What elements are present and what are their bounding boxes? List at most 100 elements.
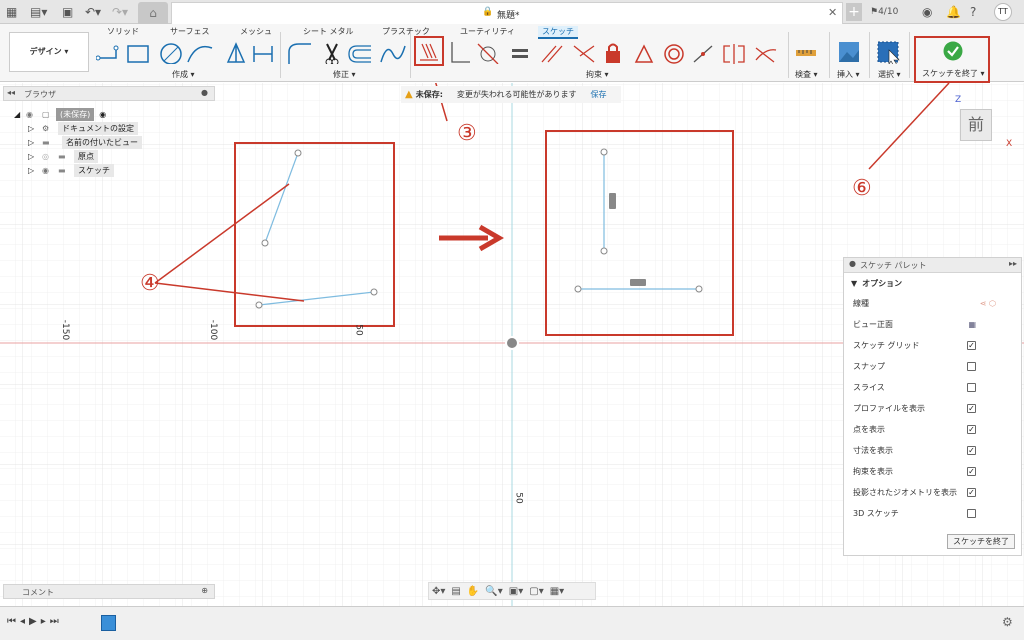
origin-point[interactable] — [505, 336, 519, 350]
step-forward-icon[interactable]: ▸ — [41, 616, 50, 627]
symmetry-constraint-icon[interactable] — [723, 44, 745, 64]
browser-item-sketches[interactable]: ▷ ◉ ▬ スケッチ — [14, 163, 214, 177]
tab-utility[interactable]: ユーティリティ — [460, 26, 515, 37]
palette-header[interactable]: ● スケッチ パレット ▸▸ — [844, 258, 1021, 273]
tangent-constraint-icon[interactable] — [477, 43, 499, 64]
eye-hidden-icon[interactable]: ◎ — [42, 152, 58, 161]
dimension-icon[interactable] — [253, 46, 273, 62]
palette-row[interactable]: 寸法を表示 ✓ — [844, 440, 1021, 461]
polygon-icon[interactable] — [226, 42, 246, 63]
grid-settings-icon[interactable]: ▦▾ — [550, 586, 564, 597]
browser-item-named-views[interactable]: ▷ ▬ 名前の付いたビュー — [14, 135, 214, 149]
equal-constraint-icon[interactable] — [512, 49, 528, 58]
rectangle-icon[interactable] — [127, 45, 149, 63]
palette-checkbox[interactable] — [967, 362, 976, 371]
finish-sketch-button[interactable]: スケッチを終了 ▾ — [914, 36, 990, 83]
trim-icon[interactable] — [325, 43, 339, 64]
constraints-menu[interactable]: 拘束 ▾ — [586, 69, 609, 80]
home-tab[interactable]: ⌂ — [138, 2, 168, 24]
collapse-arrow-icon[interactable]: ◢ — [14, 110, 26, 119]
perpendicular-constraint-icon[interactable] — [573, 45, 595, 63]
browser-item-root[interactable]: ◢ ◉ ▢ (未保存) ◉ — [14, 107, 214, 121]
palette-row[interactable]: 拘束を表示 ✓ — [844, 461, 1021, 482]
file-menu-icon[interactable]: ▤▾ — [30, 0, 47, 24]
palette-row[interactable]: スナップ — [844, 356, 1021, 377]
tab-surface[interactable]: サーフェス — [170, 26, 210, 37]
palette-row[interactable]: スケッチ グリッド ✓ — [844, 335, 1021, 356]
browser-header[interactable]: ◂◂ ブラウザ ● — [3, 86, 215, 101]
palette-row[interactable]: 点を表示 ✓ — [844, 419, 1021, 440]
step-back-icon[interactable]: ◂ — [20, 616, 29, 627]
curvature-constraint-icon[interactable] — [755, 47, 777, 63]
warning-save-link[interactable]: 保存 — [591, 89, 607, 100]
palette-row[interactable]: 3D スケッチ — [844, 503, 1021, 524]
zoom-icon[interactable]: 🔍▾ — [485, 586, 502, 597]
offset-icon[interactable] — [348, 45, 371, 63]
tab-sheet-metal[interactable]: シート メタル — [303, 26, 354, 37]
select-menu[interactable]: 選択 ▾ — [878, 69, 901, 80]
palette-checkbox[interactable]: ✓ — [967, 341, 976, 350]
palette-checkbox[interactable]: ✓ — [967, 467, 976, 476]
linetype-icon[interactable]: ⋖ ⬡ — [980, 299, 996, 308]
panel-option-icon[interactable]: ● — [201, 88, 208, 97]
palette-row[interactable]: プロファイルを表示 ✓ — [844, 398, 1021, 419]
arc-icon[interactable] — [187, 45, 213, 63]
comments-header[interactable]: コメント ⊕ — [3, 584, 215, 599]
go-to-start-icon[interactable]: ⏮ — [7, 616, 20, 627]
colinear-constraint-icon[interactable] — [693, 45, 713, 63]
palette-checkbox[interactable] — [967, 383, 976, 392]
save-icon[interactable]: ▣ — [62, 0, 73, 24]
line-icon[interactable] — [96, 45, 119, 61]
palette-row[interactable]: 線種 ⋖ ⬡ — [844, 293, 1021, 314]
play-icon[interactable]: ▶ — [29, 616, 41, 627]
expand-panel-icon[interactable]: ▸▸ — [1009, 259, 1017, 268]
expand-arrow-icon[interactable]: ▷ — [28, 166, 42, 175]
redo-icon[interactable]: ↷▾ — [112, 0, 128, 24]
insert-menu[interactable]: 挿入 ▾ — [837, 69, 860, 80]
expand-arrow-icon[interactable]: ▷ — [28, 124, 42, 133]
look-at-icon[interactable]: ▤ — [451, 586, 460, 597]
fillet-icon[interactable] — [288, 43, 311, 64]
palette-checkbox[interactable]: ✓ — [967, 488, 976, 497]
inspect-menu[interactable]: 検査 ▾ — [795, 69, 818, 80]
user-avatar[interactable]: TT — [994, 3, 1012, 21]
palette-checkbox[interactable]: ✓ — [967, 425, 976, 434]
select-icon[interactable] — [877, 40, 903, 64]
online-status-icon[interactable]: ◉ — [922, 0, 932, 24]
parallel-constraint-icon[interactable] — [541, 45, 563, 63]
app-grid-icon[interactable]: ▦ — [6, 0, 17, 24]
concentric-constraint-icon[interactable] — [664, 44, 684, 64]
coincident-constraint-icon[interactable] — [451, 42, 470, 63]
sketch-canvas[interactable]: ④ ③ ⑥ -150 -100 50 50 ▲ 未保存: 変更が失われる可能性が… — [0, 83, 1024, 606]
close-tab-icon[interactable]: ✕ — [828, 6, 837, 19]
display-settings-icon[interactable]: ▣▾ — [509, 586, 523, 597]
collapse-panel-icon[interactable]: ◂◂ — [7, 88, 15, 97]
viewcube-front-face[interactable]: 前 — [960, 109, 992, 141]
eye-icon[interactable]: ◉ — [42, 166, 58, 175]
orbit-icon[interactable]: ✥▾ — [432, 586, 445, 597]
expand-arrow-icon[interactable]: ▷ — [28, 138, 42, 147]
palette-row[interactable]: スライス — [844, 377, 1021, 398]
undo-icon[interactable]: ↶▾ — [85, 0, 101, 24]
modify-menu[interactable]: 修正 ▾ — [333, 69, 356, 80]
palette-row[interactable]: ビュー正面 ▦ — [844, 314, 1021, 335]
expand-arrow-icon[interactable]: ▷ — [28, 152, 42, 161]
add-comment-icon[interactable]: ⊕ — [201, 586, 208, 595]
pan-icon[interactable]: ✋ — [467, 586, 479, 597]
settings-gear-icon[interactable]: ⚙ — [1002, 615, 1013, 629]
palette-row[interactable]: 投影されたジオメトリを表示 ✓ — [844, 482, 1021, 503]
notification-icon[interactable]: 🔔 — [946, 0, 961, 24]
fix-constraint-icon[interactable] — [606, 43, 620, 64]
visual-style-icon[interactable]: ▢▾ — [529, 586, 543, 597]
palette-option-icon[interactable]: ● — [849, 259, 856, 268]
eye-icon[interactable]: ◉ — [26, 110, 42, 119]
timeline-sketch-feature[interactable] — [101, 615, 116, 631]
tab-sketch[interactable]: スケッチ — [538, 26, 578, 39]
tab-solid[interactable]: ソリッド — [107, 26, 139, 37]
tab-mesh[interactable]: メッシュ — [240, 26, 272, 37]
measure-icon[interactable] — [795, 40, 817, 64]
workspace-switcher[interactable]: デザイン ▾ — [9, 32, 89, 72]
midpoint-constraint-icon[interactable] — [634, 44, 654, 63]
new-tab-button[interactable]: + — [846, 3, 862, 21]
horizontal-vertical-constraint-icon[interactable] — [420, 43, 438, 61]
